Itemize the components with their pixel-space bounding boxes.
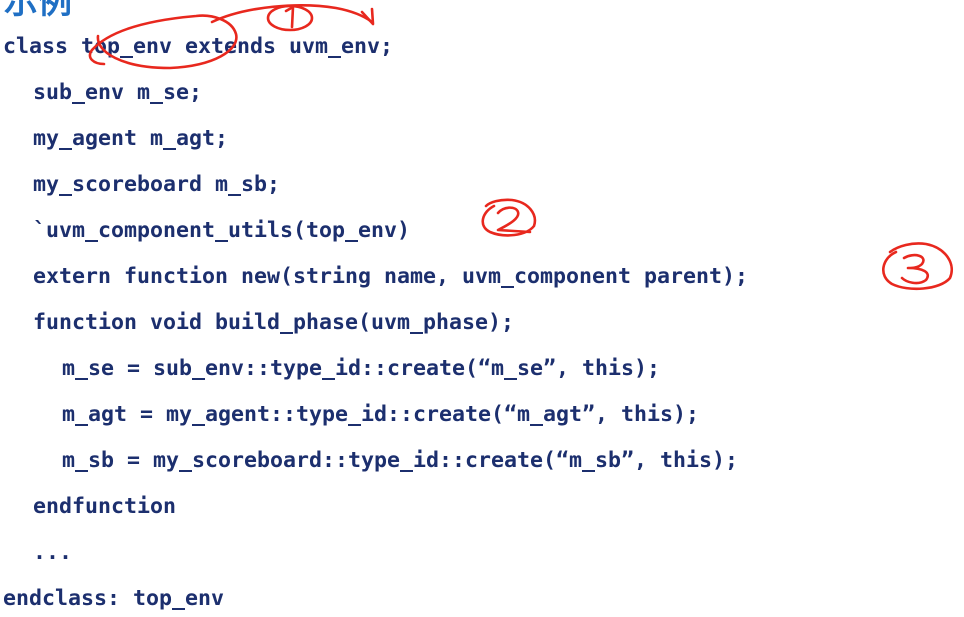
code-line-sub-env: sub_env m_se; [33, 80, 203, 105]
code-line-class-decl: class top_env extends uvm_env; [3, 34, 394, 59]
code-line-extern-new: extern function new(string name, uvm_com… [33, 264, 749, 289]
code-slide: 示例 class top_env extends uvm_env; sub_en… [0, 0, 964, 617]
code-line-endclass: endclass: top_env [3, 586, 225, 611]
code-line-build-phase: function void build_phase(uvm_phase); [33, 310, 515, 335]
code-line-ellipsis: ... [33, 540, 73, 565]
code-line-create-m-se: m_se = sub_env::type_id::create(“m_se”, … [62, 356, 661, 381]
code-line-create-m-sb: m_sb = my_scoreboard::type_id::create(“m… [62, 448, 739, 473]
code-block: class top_env extends uvm_env; sub_env m… [0, 0, 964, 617]
code-line-endfunction: endfunction [33, 494, 177, 519]
code-line-my-scoreboard: my_scoreboard m_sb; [33, 172, 281, 197]
code-line-my-agent: my_agent m_agt; [33, 126, 229, 151]
code-line-component-utils: `uvm_component_utils(top_env) [33, 218, 411, 243]
code-line-create-m-agt: m_agt = my_agent::type_id::create(“m_agt… [62, 402, 700, 427]
